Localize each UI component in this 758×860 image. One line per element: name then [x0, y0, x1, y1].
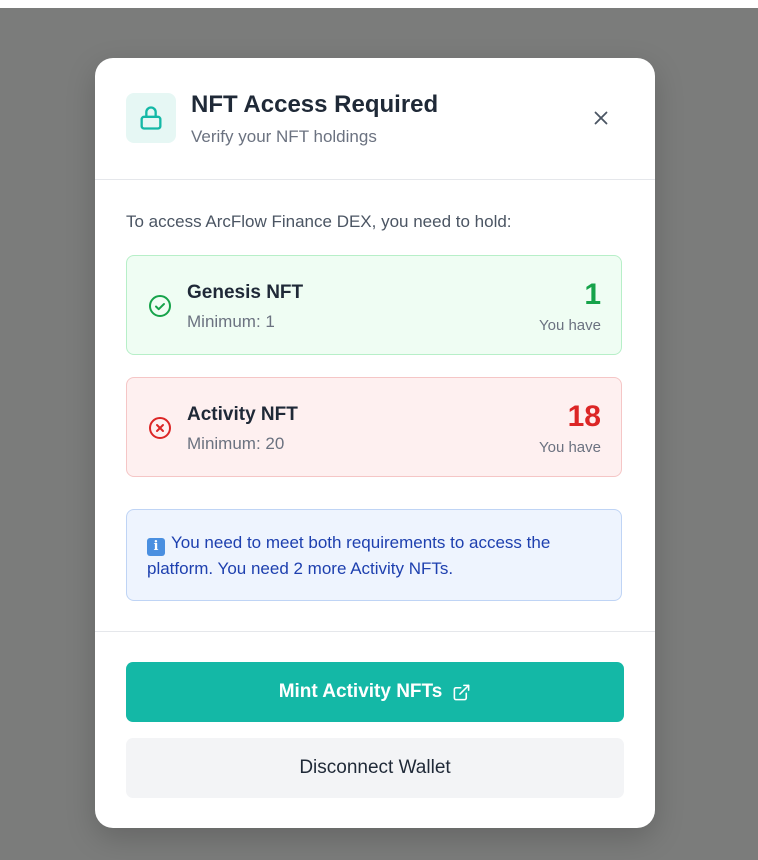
modal-title: NFT Access Required	[191, 91, 439, 118]
info-text: You need to meet both requirements to ac…	[147, 533, 551, 578]
x-circle-icon	[149, 417, 171, 439]
requirement-have-label: You have	[538, 439, 601, 456]
check-circle-icon	[149, 295, 171, 317]
page-top-strip	[0, 0, 758, 8]
requirement-have-label: You have	[538, 317, 601, 334]
requirement-card-genesis: Genesis NFT Minimum: 1 1 You have	[126, 255, 622, 355]
close-icon[interactable]	[590, 107, 612, 129]
disconnect-wallet-button[interactable]: Disconnect Wallet	[126, 738, 624, 798]
info-message: i You need to meet both requirements to a…	[126, 509, 622, 601]
modal-header: NFT Access Required Verify your NFT hold…	[95, 58, 655, 180]
requirement-minimum: Minimum: 1	[187, 312, 275, 331]
close-button[interactable]	[587, 104, 615, 132]
requirement-count: 18	[567, 400, 601, 433]
nft-access-modal: NFT Access Required Verify your NFT hold…	[95, 58, 655, 828]
external-link-icon	[453, 684, 470, 700]
lock-icon-container	[126, 93, 176, 143]
disconnect-button-label: Disconnect Wallet	[299, 757, 451, 778]
requirement-card-activity: Activity NFT Minimum: 20 18 You have	[126, 377, 622, 477]
lock-icon	[140, 106, 162, 130]
requirement-name: Genesis NFT	[187, 282, 304, 303]
info-icon: i	[147, 538, 165, 556]
requirement-minimum: Minimum: 20	[187, 434, 285, 453]
modal-subtitle: Verify your NFT holdings	[191, 127, 377, 146]
mint-activity-nfts-button[interactable]: Mint Activity NFTs	[126, 662, 624, 722]
footer-divider	[95, 631, 655, 632]
requirement-count: 1	[584, 278, 601, 311]
requirement-name: Activity NFT	[187, 404, 298, 425]
requirements-intro: To access ArcFlow Finance DEX, you need …	[126, 212, 512, 231]
mint-button-label: Mint Activity NFTs	[278, 681, 443, 702]
